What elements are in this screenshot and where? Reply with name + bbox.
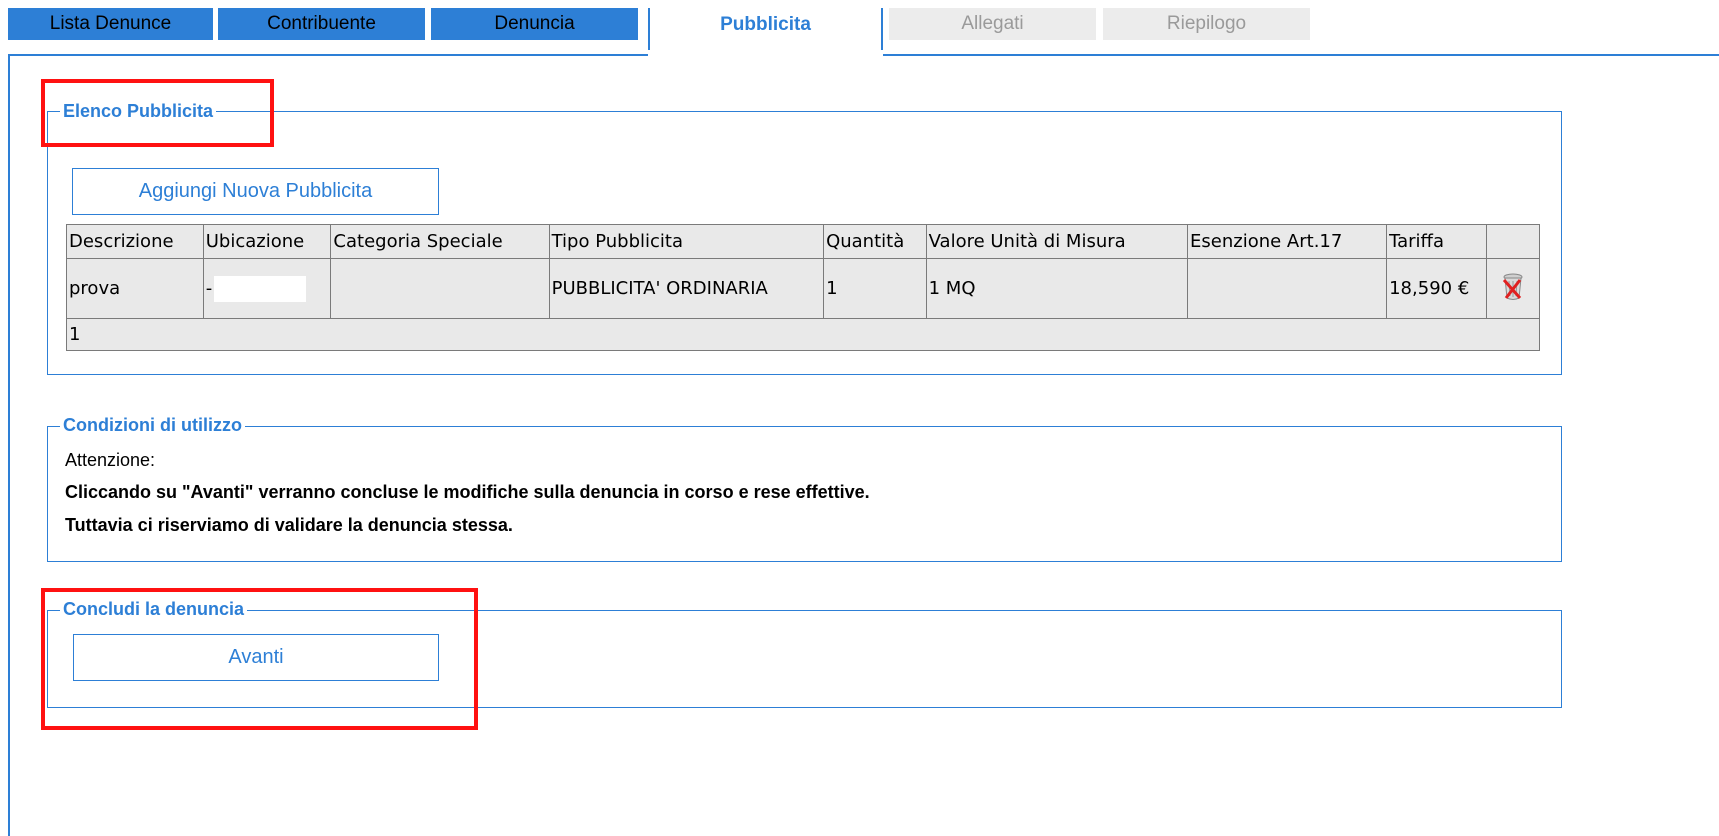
- column-header: Ubicazione: [202, 224, 332, 259]
- condizioni-legend: Condizioni di utilizzo: [60, 415, 245, 435]
- cell-categoria: [330, 258, 550, 319]
- cell-ubicazione-text: -: [205, 277, 213, 299]
- table-pager-row: 1: [66, 318, 1540, 351]
- table-header-row: Descrizione Ubicazione Categoria Special…: [66, 224, 1541, 259]
- redacted-block: [214, 275, 307, 302]
- trash-delete-icon[interactable]: [1500, 271, 1526, 301]
- column-header: Tariffa: [1386, 224, 1487, 259]
- column-header: Descrizione: [66, 224, 204, 259]
- column-header: [1485, 224, 1541, 259]
- conditions-line-2: Tuttavia ci riserviamo di validare la de…: [65, 515, 513, 535]
- tab-lista-denunce[interactable]: Lista Denunce: [8, 8, 213, 40]
- tab-contribuente[interactable]: Contribuente: [218, 8, 425, 40]
- tab-riepilogo: Riepilogo: [1103, 8, 1310, 40]
- column-header: Quantità: [823, 224, 927, 259]
- cell-tariffa: 18,590 €: [1386, 258, 1487, 319]
- column-header: Esenzione Art.17: [1187, 224, 1388, 259]
- pubblicita-table: Descrizione Ubicazione Categoria Special…: [66, 224, 1541, 351]
- tab-denuncia[interactable]: Denuncia: [431, 8, 638, 40]
- column-header: Valore Unità di Misura: [925, 224, 1189, 259]
- cell-quantita: 1: [823, 258, 927, 319]
- avanti-button[interactable]: Avanti: [73, 634, 439, 681]
- content-left-border: [8, 54, 10, 836]
- cell-descrizione: prova: [66, 258, 204, 319]
- table-row: prova - PUBBLICITA' ORDINARIA 1 1 MQ 18,…: [66, 258, 1541, 319]
- conditions-line-1: Cliccando su "Avanti" verranno concluse …: [65, 482, 870, 502]
- cell-valore: 1 MQ: [925, 258, 1189, 319]
- column-header: Tipo Pubblicita: [548, 224, 825, 259]
- tab-allegati: Allegati: [889, 8, 1096, 40]
- cell-esenzione: [1187, 258, 1388, 319]
- elenco-pubblicita-legend: Elenco Pubblicita: [60, 101, 217, 121]
- concludi-legend: Concludi la denuncia: [60, 599, 248, 619]
- column-header: Categoria Speciale: [330, 224, 550, 259]
- active-tab-gap: [648, 52, 883, 58]
- cell-ubicazione: -: [202, 258, 332, 319]
- add-pubblicita-button[interactable]: Aggiungi Nuova Pubblicita: [72, 168, 439, 215]
- cell-tipo: PUBBLICITA' ORDINARIA: [548, 258, 825, 319]
- tab-pubblicita[interactable]: Pubblicita: [648, 8, 883, 50]
- cell-delete: [1485, 258, 1541, 319]
- pager[interactable]: 1: [66, 318, 1540, 351]
- attention-label: Attenzione:: [65, 450, 156, 470]
